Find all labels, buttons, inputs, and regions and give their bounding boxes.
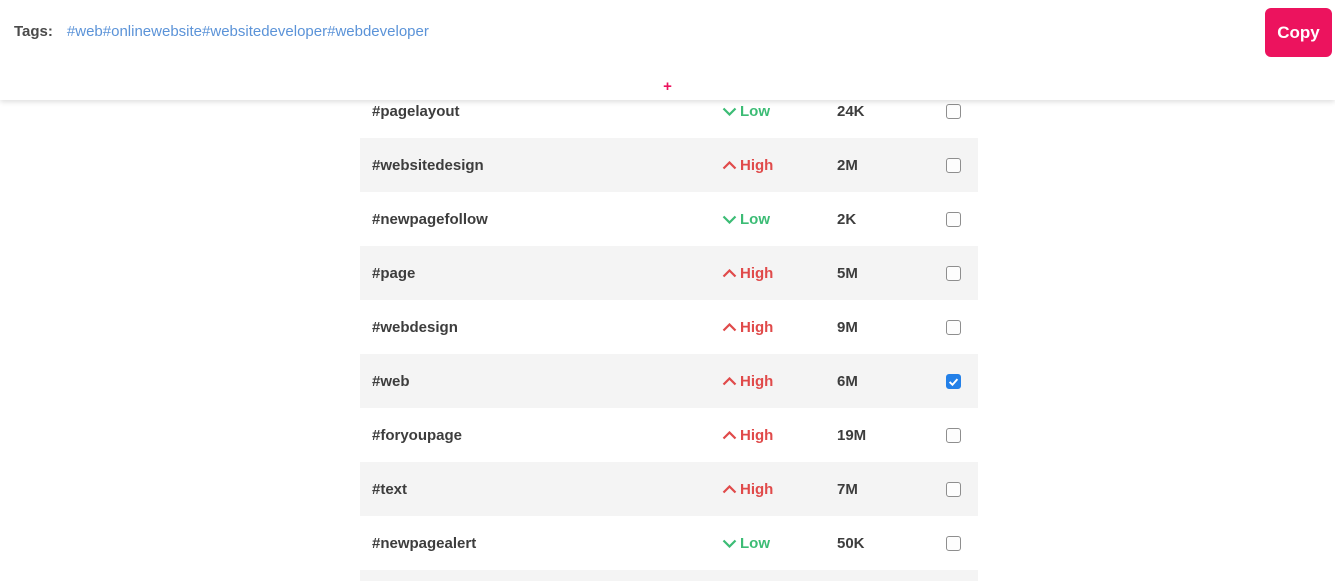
hashtag-label: #newpagefollow [372,210,488,228]
table-row-partial [360,570,978,581]
hashtag-label: #pagelayout [372,102,460,120]
table-row: #foryoupage High 19M [360,408,978,462]
header-bar: Tags: #web#onlinewebsite#websitedevelope… [0,0,1335,100]
trend-label: High [740,318,774,336]
hashtag-label: #text [372,480,408,498]
trend-indicator: High [722,373,837,390]
chevron-up-icon [722,484,737,493]
post-count: 19M [837,426,867,444]
post-count: 2K [837,210,857,228]
post-count: 6M [837,372,858,390]
row-checkbox[interactable] [946,535,961,551]
post-count: 7M [837,480,858,498]
row-checkbox[interactable] [946,481,961,497]
hashtag-label: #newpagealert [372,534,477,552]
hashtag-table: #pagelayout Low 24K #websitedesign High … [360,84,978,581]
chevron-up-icon [722,268,737,277]
trend-indicator: High [722,265,837,282]
trend-label: High [740,264,774,282]
hashtag-label: #web [372,372,410,390]
trend-label: High [740,372,774,390]
checkbox-cell [946,319,978,335]
hashtag-label: #websitedesign [372,156,484,174]
plus-icon[interactable]: + [663,79,672,94]
hashtag-label: #webdesign [372,318,458,336]
trend-label: High [740,426,774,444]
table-row: #text High 7M [360,462,978,516]
tags-label: Tags: [14,23,53,40]
trend-indicator: Low [722,535,837,552]
tags-list: #web#onlinewebsite#websitedeveloper#webd… [67,23,429,40]
post-count: 50K [837,534,865,552]
checkbox-cell [946,427,978,443]
trend-indicator: High [722,157,837,174]
trend-label: High [740,480,774,498]
row-checkbox[interactable] [946,211,961,227]
check-icon [948,378,959,386]
row-checkbox[interactable] [946,427,961,443]
trend-indicator: Low [722,103,837,120]
trend-label: Low [740,210,770,228]
checkbox-cell [946,481,978,497]
table-row: #webdesign High 9M [360,300,978,354]
trend-indicator: High [722,319,837,336]
row-checkbox[interactable] [946,103,961,119]
checkbox-cell [946,265,978,281]
copy-button[interactable]: Copy [1265,8,1332,57]
tag-link[interactable]: #websitedeveloper [202,23,327,40]
post-count: 24K [837,102,865,120]
trend-label: Low [740,102,770,120]
checkbox-cell [946,103,978,119]
post-count: 5M [837,264,858,282]
tag-link[interactable]: #onlinewebsite [103,23,202,40]
table-row: #page High 5M [360,246,978,300]
chevron-down-icon [722,215,737,224]
trend-indicator: Low [722,211,837,228]
tag-link[interactable]: #webdeveloper [327,23,429,40]
tags-line: Tags: #web#onlinewebsite#websitedevelope… [14,23,429,40]
post-count: 9M [837,318,858,336]
table-row: #web High 6M [360,354,978,408]
chevron-up-icon [722,376,737,385]
hashtag-label: #page [372,264,416,282]
post-count: 2M [837,156,858,174]
row-checkbox[interactable] [946,265,961,281]
table-row: #websitedesign High 2M [360,138,978,192]
row-checkbox[interactable] [946,373,961,389]
page: Tags: #web#onlinewebsite#websitedevelope… [0,0,1335,581]
table-row: #newpagefollow Low 2K [360,192,978,246]
checkbox-cell [946,211,978,227]
chevron-up-icon [722,160,737,169]
checkbox-cell [946,535,978,551]
checkbox-cell [946,373,978,389]
trend-indicator: High [722,481,837,498]
chevron-up-icon [722,430,737,439]
trend-label: High [740,156,774,174]
chevron-up-icon [722,322,737,331]
hashtag-label: #foryoupage [372,426,463,444]
table-row: #newpagealert Low 50K [360,516,978,570]
trend-indicator: High [722,427,837,444]
chevron-down-icon [722,107,737,116]
row-checkbox[interactable] [946,319,961,335]
row-checkbox[interactable] [946,157,961,173]
trend-label: Low [740,534,770,552]
chevron-down-icon [722,539,737,548]
tag-link[interactable]: #web [67,23,103,40]
checkbox-cell [946,157,978,173]
